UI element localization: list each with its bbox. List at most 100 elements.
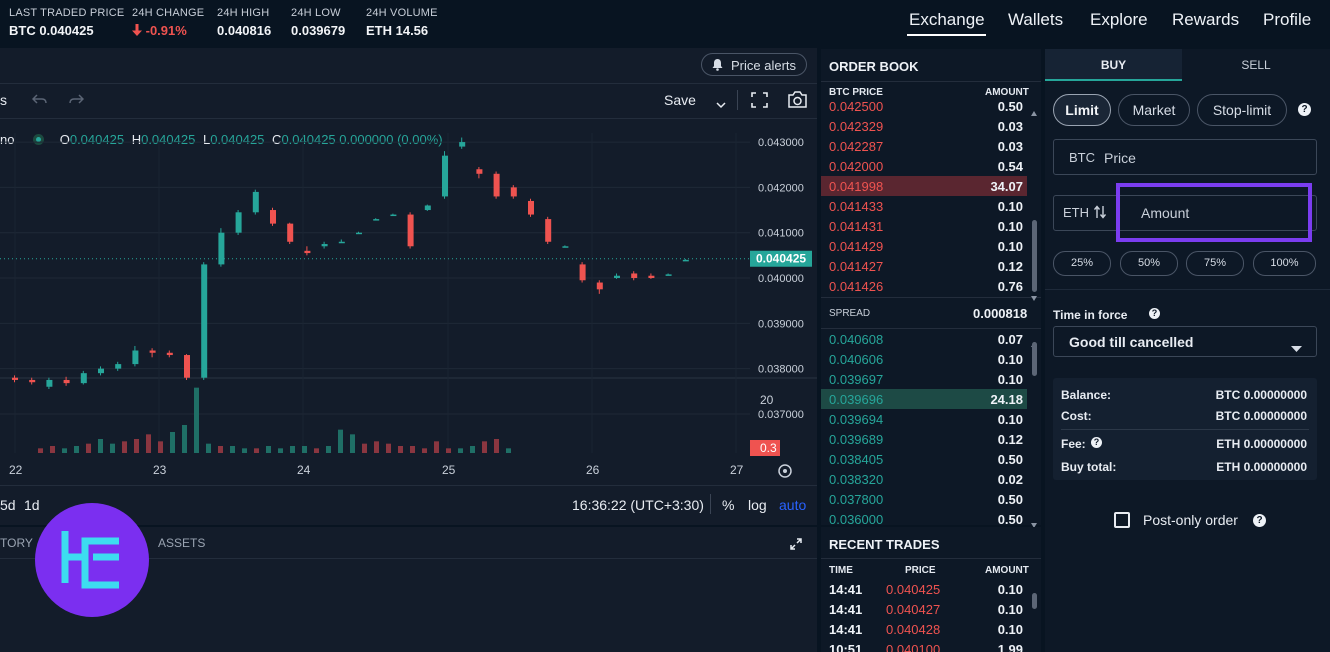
ob-bid-row[interactable]: 0.038405 0.50 — [821, 449, 1027, 469]
form-divider — [1045, 289, 1330, 290]
percent-100-button[interactable]: 100% — [1253, 251, 1316, 276]
help-icon[interactable]: ? — [1091, 437, 1102, 448]
ob-asks-scrollbar[interactable] — [1032, 220, 1037, 292]
chart-panel: Price alerts s Save no O0.040425 H0.0404… — [0, 48, 817, 525]
candle-body — [682, 259, 689, 262]
ob-bid-row[interactable]: 0.040608 0.07 — [821, 329, 1027, 349]
amount-currency[interactable]: ETH — [1063, 205, 1089, 220]
volume-bar — [290, 446, 295, 453]
spread-label: SPREAD — [829, 308, 871, 319]
order-type-limit[interactable]: Limit — [1053, 94, 1111, 126]
volume-bar — [182, 425, 187, 453]
ob-ask-row[interactable]: 0.041427 0.12 — [821, 256, 1027, 276]
percent-scale-toggle[interactable]: % — [722, 497, 734, 513]
ob-bids-scrollbar[interactable] — [1032, 342, 1037, 376]
stat-value: BTC 0.040425 — [9, 23, 94, 38]
percent-75-button[interactable]: 75% — [1186, 251, 1244, 276]
log-scale-toggle[interactable]: log — [748, 497, 767, 513]
gear-icon-center — [783, 469, 787, 473]
nav-explore[interactable]: Explore — [1090, 10, 1148, 30]
price-input[interactable]: BTC Price — [1053, 139, 1317, 175]
nav-active-indicator — [907, 34, 986, 36]
price-chart[interactable]: 0.043000 0.042000 0.041000 0.040000 0.039000… — [0, 48, 817, 525]
candle-body — [321, 244, 328, 247]
ob-ask-row[interactable]: 0.041433 0.10 — [821, 196, 1027, 216]
ob-price: 0.041998 — [829, 179, 884, 194]
ob-ask-row[interactable]: 0.041426 0.76 — [821, 276, 1027, 296]
ob-bid-row[interactable]: 0.038320 0.02 — [821, 469, 1027, 489]
ob-bid-row[interactable]: 0.039689 0.12 — [821, 429, 1027, 449]
ob-amount: 0.10 — [997, 199, 1023, 214]
ob-bid-row[interactable]: 0.037800 0.50 — [821, 489, 1027, 509]
rt-scrollbar[interactable] — [1032, 593, 1037, 609]
x-tick-label: 22 — [9, 463, 23, 477]
ob-spread-row: SPREAD 0.000818 — [821, 297, 1041, 329]
help-icon[interactable]: ? — [1149, 308, 1160, 319]
ob-amount: 0.50 — [997, 99, 1023, 114]
nav-exchange[interactable]: Exchange — [909, 10, 985, 30]
ob-ask-row[interactable]: 0.041429 0.10 — [821, 236, 1027, 256]
candle-body — [562, 246, 569, 248]
order-type-stop-limit[interactable]: Stop-limit — [1197, 94, 1287, 126]
percent-50-button[interactable]: 50% — [1120, 251, 1178, 276]
expand-icon[interactable] — [790, 537, 802, 555]
rt-time: 14:41 — [829, 602, 863, 617]
rt-row: 14:41 0.040427 0.10 — [821, 600, 1031, 620]
rt-amount: 1.99 — [997, 642, 1023, 652]
summary-key: Fee: — [1061, 437, 1086, 451]
time-in-force-select[interactable]: Good till cancelled — [1053, 326, 1317, 357]
ob-ask-row[interactable]: 0.042000 0.54 — [821, 156, 1027, 176]
tab-buy[interactable]: BUY — [1045, 49, 1182, 81]
ob-ask-row[interactable]: 0.042500 0.50 — [821, 99, 1027, 116]
tab-history[interactable]: TORY — [0, 536, 33, 550]
tab-assets[interactable]: ASSETS — [158, 536, 205, 550]
ob-ask-row[interactable]: 0.041431 0.10 — [821, 216, 1027, 236]
volume-bar — [326, 446, 331, 453]
ob-ask-row[interactable]: 0.042287 0.03 — [821, 136, 1027, 156]
ob-price: 0.039696 — [829, 392, 884, 407]
stat-label: LAST TRADED PRICE — [9, 7, 125, 19]
rt-amount: 0.10 — [997, 622, 1023, 637]
ob-bid-row[interactable]: 0.039694 0.10 — [821, 409, 1027, 429]
auto-scale-toggle[interactable]: auto — [779, 497, 806, 513]
nav-wallets[interactable]: Wallets — [1008, 10, 1063, 30]
ob-price: 0.042500 — [829, 99, 884, 114]
scroll-up-arrow-icon[interactable] — [1031, 103, 1037, 116]
scroll-up-arrow-icon[interactable] — [1031, 334, 1037, 347]
ob-bid-row[interactable]: 0.036000 0.50 — [821, 509, 1027, 525]
x-tick-label: 27 — [730, 463, 744, 477]
volume-bar — [266, 446, 271, 453]
range-5d[interactable]: 5d — [0, 497, 16, 513]
order-type-market[interactable]: Market — [1118, 94, 1190, 126]
ob-bid-row[interactable]: 0.039697 0.10 — [821, 369, 1027, 389]
help-icon[interactable]: ? — [1298, 103, 1311, 116]
scroll-down-arrow-icon[interactable] — [1031, 288, 1037, 301]
ob-ask-row[interactable]: 0.041998 34.07 — [821, 176, 1027, 196]
nav-rewards[interactable]: Rewards — [1172, 10, 1239, 30]
percent-25-button[interactable]: 25% — [1053, 251, 1111, 276]
swap-arrows-icon[interactable] — [1093, 205, 1107, 224]
summary-divider — [1061, 429, 1309, 430]
ob-price: 0.038320 — [829, 472, 884, 487]
post-only-label: Post-only order — [1143, 512, 1238, 528]
help-icon[interactable]: ? — [1253, 514, 1266, 527]
candle-body — [270, 210, 276, 224]
rt-time: 10:51 — [829, 642, 863, 652]
amount-input[interactable]: Amount — [1125, 195, 1313, 231]
ob-ask-row[interactable]: 0.042329 0.03 — [821, 116, 1027, 136]
volume-bar — [86, 443, 91, 453]
rt-time: 14:41 — [829, 582, 863, 597]
ob-bid-row[interactable]: 0.040606 0.10 — [821, 349, 1027, 369]
recent-trades-title: RECENT TRADES — [829, 537, 940, 552]
rt-col-price: PRICE — [905, 565, 936, 576]
volume-bar — [398, 446, 403, 453]
nav-profile[interactable]: Profile — [1263, 10, 1311, 30]
order-summary: Balance: BTC 0.00000000 Cost: BTC 0.0000… — [1053, 378, 1317, 480]
candle-body — [579, 264, 586, 281]
ob-bid-row[interactable]: 0.039696 24.18 — [821, 389, 1027, 409]
scroll-down-arrow-icon[interactable] — [1031, 515, 1037, 528]
summary-value: BTC 0.00000000 — [1215, 409, 1307, 423]
tab-sell[interactable]: SELL — [1182, 49, 1330, 81]
candle-body — [184, 355, 190, 378]
post-only-checkbox[interactable] — [1114, 512, 1130, 528]
